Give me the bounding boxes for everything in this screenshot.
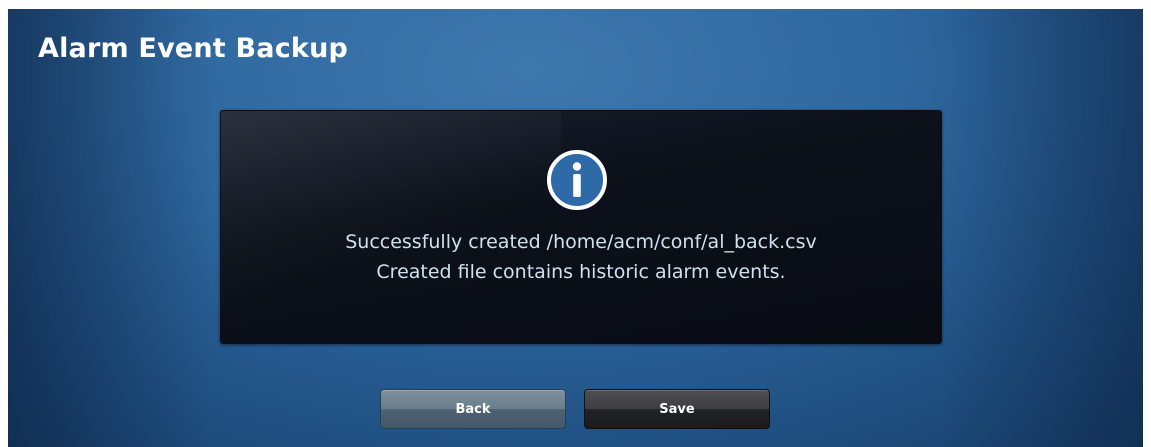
back-button[interactable]: Back <box>380 389 566 429</box>
page-title: Alarm Event Backup <box>38 33 349 64</box>
info-icon <box>547 150 607 210</box>
app-frame: Alarm Event Backup Successfully created … <box>0 0 1151 447</box>
message-line-2: Created file contains historic alarm eve… <box>376 261 786 283</box>
save-button[interactable]: Save <box>584 389 770 429</box>
message-line-1: Successfully created /home/acm/conf/al_b… <box>345 231 817 253</box>
main-panel: Alarm Event Backup Successfully created … <box>8 9 1143 447</box>
message-box: Successfully created /home/acm/conf/al_b… <box>220 110 942 344</box>
